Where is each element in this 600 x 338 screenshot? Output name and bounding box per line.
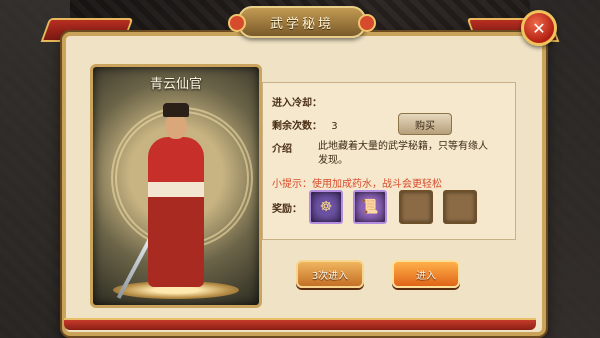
close-icon: ✕ — [532, 18, 546, 38]
character-figure — [148, 137, 204, 287]
enter-button[interactable]: 进入 — [392, 260, 460, 288]
reward-slot-1[interactable]: ☸ — [309, 190, 343, 224]
buy-button[interactable]: 购买 — [398, 113, 452, 135]
bottom-trim — [64, 318, 536, 330]
boss-portrait-card: 青云仙官 — [90, 64, 262, 308]
roof-left-decoration — [0, 0, 70, 338]
close-button[interactable]: ✕ — [521, 10, 557, 46]
tip-text: 小提示：使用加成药水，战斗会更轻松 — [272, 179, 442, 190]
dialog-title: 武学秘境 — [269, 16, 334, 32]
enter-three-times-label: 3次进入 — [311, 270, 349, 282]
boss-name: 青云仙官 — [149, 77, 202, 92]
intro-row: 介绍 — [272, 140, 292, 155]
reward-slot-2[interactable]: 📜 — [353, 190, 387, 224]
character-hat — [163, 103, 189, 117]
cooldown-label: 进入冷却： — [272, 98, 322, 109]
reward-label: 奖励： — [272, 204, 302, 215]
remaining-label: 剩余次数： — [272, 121, 322, 132]
remaining-row: 剩余次数： 3 — [272, 117, 338, 132]
intro-label: 介绍 — [272, 144, 292, 155]
reward-row: 奖励： — [272, 200, 302, 215]
sitting-monk-icon: ☸ — [319, 199, 333, 215]
cooldown-row: 进入冷却： — [272, 94, 322, 109]
title-plate: 武学秘境 — [228, 6, 376, 38]
scroll-book-icon: 📜 — [361, 199, 379, 215]
buy-button-label: 购买 — [415, 120, 435, 132]
reward-slot-4[interactable] — [443, 190, 477, 224]
enter-three-times-button[interactable]: 3次进入 — [296, 260, 364, 288]
reward-slot-3[interactable] — [399, 190, 433, 224]
intro-text: 此地藏着大量的武学秘籍，只等有缘人发现。 — [318, 141, 488, 166]
enter-button-label: 进入 — [416, 270, 436, 282]
remaining-value: 3 — [331, 121, 338, 132]
